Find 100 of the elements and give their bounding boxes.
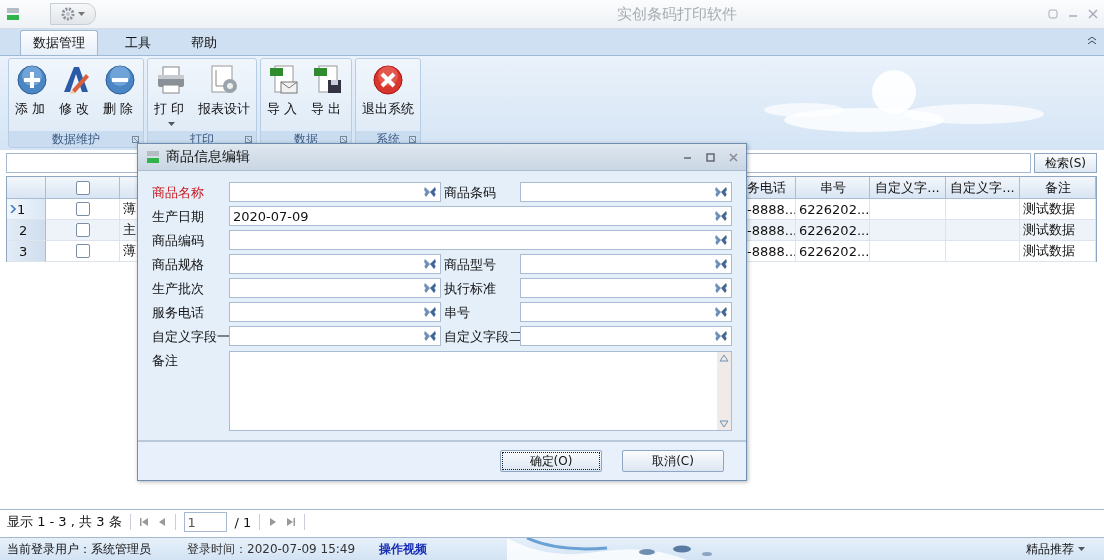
ribbon-button[interactable]: 添加 xyxy=(11,62,53,128)
field-label: 自定义字段二 xyxy=(443,327,520,346)
current-row-icon xyxy=(10,205,16,213)
launcher-icon[interactable] xyxy=(340,136,347,143)
launcher-icon[interactable] xyxy=(409,136,416,143)
column-header[interactable]: 串号 xyxy=(796,177,870,199)
app-icon xyxy=(146,150,160,164)
table-cell: 6226202... xyxy=(796,241,870,262)
ribbon-tab[interactable]: 工具 xyxy=(112,30,164,55)
input-field[interactable] xyxy=(229,326,441,346)
input-field[interactable] xyxy=(229,278,441,298)
scroll-up-icon[interactable] xyxy=(719,354,729,364)
butterfly-icon[interactable] xyxy=(714,281,728,295)
maximize-icon[interactable] xyxy=(706,152,715,162)
ribbon-button[interactable]: 导入 xyxy=(263,62,305,128)
field-label: 执行标准 xyxy=(443,279,497,298)
ribbon-button[interactable]: 导出 xyxy=(307,62,349,128)
row-number: 2 xyxy=(19,222,28,238)
table-cell: 6226202... xyxy=(796,220,870,241)
field-label: 自定义字段一 xyxy=(152,327,229,346)
input-field[interactable] xyxy=(229,182,441,202)
page-field[interactable]: 1 xyxy=(183,512,227,532)
launcher-icon[interactable] xyxy=(245,136,252,143)
row-checkbox[interactable] xyxy=(75,223,90,237)
field-label: 商品型号 xyxy=(443,255,497,274)
document-envelope-icon xyxy=(268,64,300,96)
field-label: 备注 xyxy=(152,351,179,370)
input-field[interactable] xyxy=(520,182,732,202)
table-cell: 测试数据 xyxy=(1020,241,1096,262)
row-header[interactable]: 3 xyxy=(7,241,46,262)
dialog-button[interactable]: 取消(C) xyxy=(622,450,724,472)
column-header[interactable]: 自定义字... xyxy=(946,177,1020,199)
caret-icon xyxy=(1078,547,1085,551)
butterfly-icon[interactable] xyxy=(423,185,437,199)
row-number: 3 xyxy=(19,243,28,259)
last-page-icon[interactable] xyxy=(286,517,297,527)
minus-circle-icon xyxy=(104,64,136,96)
field-label: 商品规格 xyxy=(152,255,205,274)
butterfly-icon[interactable] xyxy=(423,281,437,295)
notes-field[interactable] xyxy=(229,351,732,431)
input-field[interactable] xyxy=(229,254,441,274)
column-header[interactable]: 备注 xyxy=(1020,177,1096,199)
select-all-checkbox[interactable] xyxy=(75,180,90,195)
gear-icon xyxy=(61,7,75,21)
ribbon-button[interactable]: 修改 xyxy=(55,62,97,128)
column-header[interactable]: 自定义字... xyxy=(870,177,946,199)
cross-circle-icon xyxy=(372,64,404,96)
close-icon[interactable] xyxy=(1088,9,1098,19)
butterfly-icon[interactable] xyxy=(714,329,728,343)
current-user: 当前登录用户：系统管理员 xyxy=(7,540,152,558)
row-header[interactable]: 1 xyxy=(7,199,46,220)
butterfly-icon[interactable] xyxy=(714,257,728,271)
document-gear-icon xyxy=(208,64,240,96)
first-page-icon[interactable] xyxy=(138,517,149,527)
input-field[interactable] xyxy=(229,302,441,322)
column-header[interactable]: 务电话 xyxy=(747,177,796,199)
input-field[interactable] xyxy=(520,278,732,298)
dialog-title: 商品信息编辑 xyxy=(166,148,250,166)
ribbon-button[interactable]: 打印 xyxy=(150,62,192,128)
plus-circle-icon xyxy=(16,64,48,96)
ribbon-button[interactable]: 退出系统 xyxy=(358,62,418,128)
document-floppy-icon xyxy=(312,64,344,96)
field-label: 生产日期 xyxy=(152,207,205,226)
row-checkbox[interactable] xyxy=(75,202,90,216)
close-icon[interactable] xyxy=(729,152,738,162)
field-label: 商品名称 xyxy=(152,183,205,202)
restore-icon[interactable] xyxy=(1048,9,1058,19)
input-field[interactable] xyxy=(520,302,732,322)
table-cell: 测试数据 xyxy=(1020,220,1096,241)
butterfly-icon[interactable] xyxy=(423,305,437,319)
row-number: 1 xyxy=(17,201,26,217)
input-field[interactable]: 2020-07-09 xyxy=(229,206,732,226)
field-label: 服务电话 xyxy=(152,303,205,322)
settings-button[interactable] xyxy=(50,3,96,25)
table-cell: -8888... xyxy=(747,220,796,241)
ribbon-tab[interactable]: 数据管理 xyxy=(20,30,98,55)
row-header[interactable]: 2 xyxy=(7,220,46,241)
recommend-menu[interactable]: 精品推荐 xyxy=(1026,540,1074,558)
input-field[interactable] xyxy=(229,230,732,250)
launcher-icon[interactable] xyxy=(132,136,139,143)
search-button[interactable]: 检索(S) xyxy=(1034,153,1097,173)
input-field[interactable] xyxy=(520,254,732,274)
row-checkbox[interactable] xyxy=(75,244,90,258)
butterfly-icon[interactable] xyxy=(714,185,728,199)
butterfly-icon[interactable] xyxy=(423,329,437,343)
butterfly-icon[interactable] xyxy=(423,257,437,271)
dialog-button[interactable]: 确定(O) xyxy=(500,450,602,472)
ribbon-button[interactable]: 删除 xyxy=(99,62,141,128)
window-title: 实创条码打印软件 xyxy=(616,4,738,24)
input-field[interactable] xyxy=(520,326,732,346)
printer-icon xyxy=(155,64,187,96)
video-link[interactable]: 操作视频 xyxy=(379,540,427,558)
butterfly-icon[interactable] xyxy=(714,209,728,223)
column-header[interactable] xyxy=(46,177,120,199)
ribbon-button[interactable]: 报表设计 xyxy=(194,62,254,128)
butterfly-icon[interactable] xyxy=(714,233,728,247)
butterfly-icon[interactable] xyxy=(714,305,728,319)
collapse-icon[interactable] xyxy=(1088,37,1096,44)
ribbon-tab[interactable]: 帮助 xyxy=(178,30,230,55)
scroll-down-icon[interactable] xyxy=(719,418,729,428)
